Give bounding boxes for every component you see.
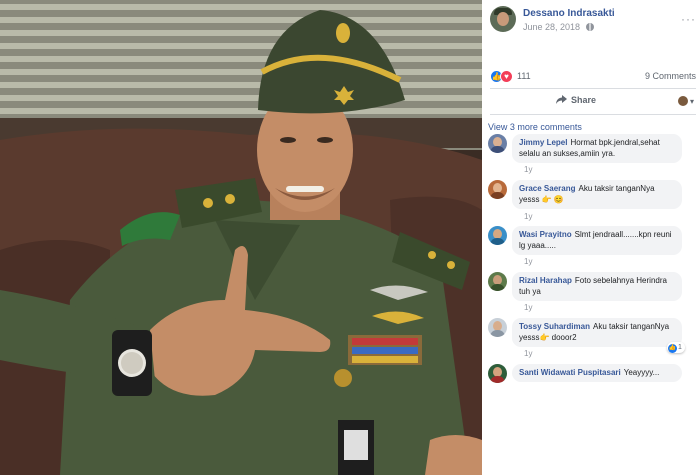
comment-bubble: Grace Saerang Aku taksir tanganNya yesss … <box>512 180 682 209</box>
post-actions: Share ▾ <box>490 91 696 111</box>
comment-text: Yeayyyy... <box>623 368 660 377</box>
comment-time[interactable]: 1y <box>524 303 532 312</box>
photo-image <box>0 0 482 475</box>
commenter-avatar[interactable] <box>488 272 507 291</box>
comment-item: Jimmy Lepel Hormat bpk.jendral,sehat sela… <box>488 134 698 180</box>
commenter-name[interactable]: Grace Saerang <box>519 184 575 193</box>
comment-bubble: Santi Widawati Puspitasari Yeayyyy... <box>512 364 682 382</box>
comment-reaction-count: 1 <box>678 344 682 351</box>
audience-selector[interactable]: ▾ <box>677 96 694 106</box>
commenter-avatar[interactable] <box>488 180 507 199</box>
comment-item: Rizal Harahap Foto sebelahnya Herindra tu… <box>488 272 698 318</box>
chevron-down-icon: ▾ <box>689 97 694 106</box>
comment-item: Tossy Suhardiman Aku taksir tanganNya yes… <box>488 318 698 364</box>
comment-reaction-badge[interactable]: 👍 1 <box>667 342 685 353</box>
reaction-count[interactable]: 111 <box>517 71 531 81</box>
like-icon: 👍 <box>668 344 677 353</box>
commenter-avatar[interactable] <box>488 226 507 245</box>
author-avatar[interactable] <box>490 6 516 32</box>
globe-icon <box>585 23 594 31</box>
author-name[interactable]: Dessano Indrasakti <box>523 8 615 19</box>
comments-panel: Dessano Indrasakti June 28, 2018 ··· 👍 ♥… <box>482 0 700 475</box>
more-icon[interactable]: ··· <box>681 12 696 26</box>
commenter-avatar[interactable] <box>488 318 507 337</box>
comment-item: Wasi Prayitno Slmt jendraall.......kpn re… <box>488 226 698 272</box>
commenter-name[interactable]: Tossy Suhardiman <box>519 322 590 331</box>
share-icon <box>556 95 567 104</box>
comment-time[interactable]: 1y <box>524 349 532 358</box>
comment-bubble: Rizal Harahap Foto sebelahnya Herindra tu… <box>512 272 682 301</box>
post-meta: June 28, 2018 <box>523 22 594 32</box>
commenter-name[interactable]: Rizal Harahap <box>519 276 572 285</box>
post-header: Dessano Indrasakti June 28, 2018 ··· <box>490 6 696 36</box>
reactions-bar: 👍 ♥ 111 9 Comments <box>490 70 696 84</box>
post-date[interactable]: June 28, 2018 <box>523 22 580 32</box>
commenter-avatar[interactable] <box>488 134 507 153</box>
comment-bubble: Wasi Prayitno Slmt jendraall.......kpn re… <box>512 226 682 255</box>
comment-count[interactable]: 9 Comments <box>645 71 696 81</box>
comment-bubble: Jimmy Lepel Hormat bpk.jendral,sehat sela… <box>512 134 682 163</box>
comment-time[interactable]: 1y <box>524 212 532 221</box>
comment-item: Santi Widawati Puspitasari Yeayyyy... <box>488 364 698 404</box>
divider <box>490 114 696 115</box>
post-photo[interactable] <box>0 0 482 475</box>
commenter-name[interactable]: Wasi Prayitno <box>519 230 572 239</box>
comment-item: Grace Saerang Aku taksir tanganNya yesss … <box>488 180 698 226</box>
comment-time[interactable]: 1y <box>524 165 532 174</box>
share-label: Share <box>571 95 597 105</box>
view-more-comments-link[interactable]: View 3 more comments <box>488 122 582 132</box>
user-avatar <box>677 96 688 106</box>
comment-bubble: Tossy Suhardiman Aku taksir tanganNya yes… <box>512 318 682 347</box>
share-button[interactable]: Share <box>556 95 596 105</box>
comments-list: Jimmy Lepel Hormat bpk.jendral,sehat sela… <box>488 134 698 404</box>
commenter-avatar[interactable] <box>488 364 507 383</box>
commenter-name[interactable]: Jimmy Lepel <box>519 138 567 147</box>
commenter-name[interactable]: Santi Widawati Puspitasari <box>519 368 621 377</box>
love-icon: ♥ <box>500 70 513 83</box>
comment-time[interactable]: 1y <box>524 257 532 266</box>
divider <box>490 88 696 89</box>
